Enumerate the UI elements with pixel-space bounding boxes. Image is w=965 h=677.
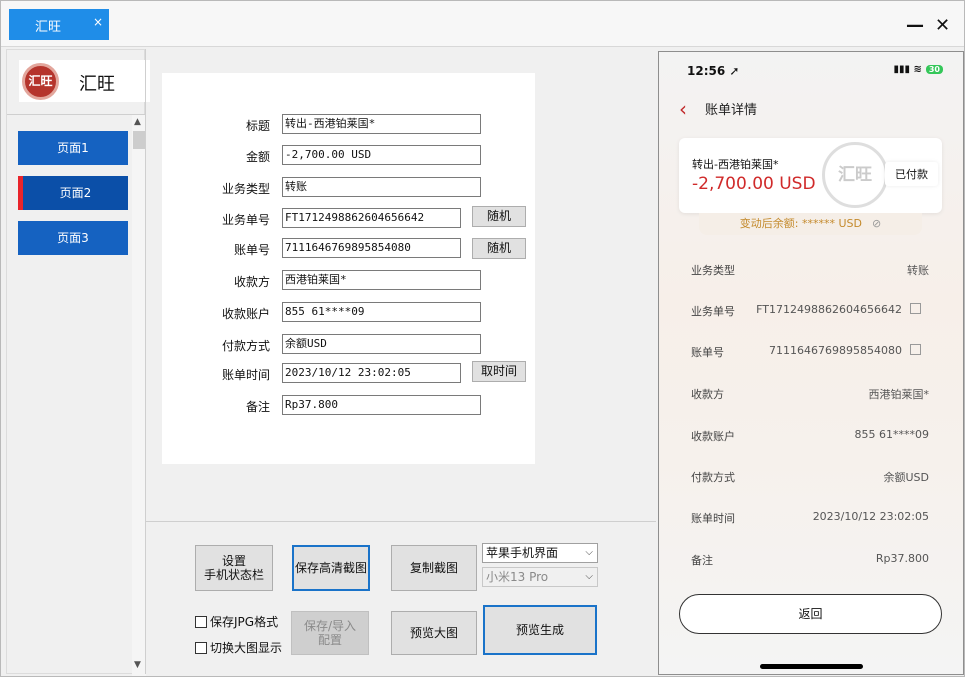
bill-no-field[interactable]: 7111646769895854080	[282, 238, 461, 258]
set-statusbar-button[interactable]: 设置 手机状态栏	[195, 545, 273, 591]
field-label: 账单号	[233, 243, 270, 257]
sidebar-scrollbar[interactable]: ▲ ▼	[132, 115, 146, 676]
tab-title: 汇旺	[35, 20, 62, 35]
detail-row: 备注 Rp37.800	[691, 552, 929, 567]
scroll-thumb[interactable]	[133, 131, 145, 149]
minimize-icon[interactable]: —	[906, 15, 924, 36]
detail-row: 收款方 西港铂莱国*	[691, 388, 929, 401]
detail-row: 账单号 7111646769895854080	[691, 344, 929, 360]
get-time-button[interactable]: 取时间	[472, 361, 526, 382]
detail-row: 业务单号 FT1712498862604656642	[691, 303, 929, 319]
bill-summary-card: 转出-西港铂莱国* -2,700.00 USD 汇旺 已付款	[679, 138, 942, 213]
model-select-value: 小米13 Pro	[486, 570, 549, 584]
amount-field[interactable]: -2,700.00 USD	[282, 145, 481, 165]
tab-close-icon[interactable]: ×	[93, 15, 103, 29]
tab-main[interactable]: 汇旺 ×	[9, 9, 109, 40]
business-type-field[interactable]: 转账	[282, 177, 481, 197]
stamp-watermark: 汇旺	[822, 142, 888, 208]
field-label: 账单时间	[221, 368, 270, 382]
detail-row: 付款方式 余额USD	[691, 471, 929, 484]
field-label: 金额	[245, 150, 270, 164]
balance-info: 变动后余额: ****** USD ⊘	[699, 213, 922, 235]
checkbox-box[interactable]	[195, 616, 207, 628]
form-panel: 标题 转出-西港铂莱国* 金额 -2,700.00 USD 业务类型 转账 业务…	[162, 73, 535, 464]
random-bill-no-button[interactable]: 随机	[472, 238, 526, 259]
device-select-value: 苹果手机界面	[486, 546, 559, 560]
return-button[interactable]: 返回	[679, 594, 942, 634]
field-label: 付款方式	[221, 339, 270, 353]
toggle-large-checkbox[interactable]: 切换大图显示	[195, 639, 282, 656]
chevron-down-icon: ⌵	[585, 571, 593, 582]
app-window: 汇旺 × — ✕ 汇旺 汇旺 页面1 页面2 页面3 ▲ ▼ 标题 转出-西港铂…	[0, 0, 965, 677]
checkbox-box[interactable]	[195, 642, 207, 654]
divider	[145, 49, 146, 674]
preview-generate-button[interactable]: 预览生成	[483, 605, 597, 655]
status-badge: 已付款	[885, 162, 938, 186]
title-bar: 汇旺 × — ✕	[1, 1, 964, 47]
detail-row: 账单时间 2023/10/12 23:02:05	[691, 510, 929, 525]
random-business-no-button[interactable]: 随机	[472, 206, 526, 227]
bill-amount: -2,700.00 USD	[692, 174, 816, 194]
status-icons: ▮▮▮ ≋ 30	[893, 64, 943, 75]
field-label: 收款方	[233, 275, 270, 289]
logo-emblem: 汇旺	[22, 63, 59, 100]
field-label: 收款账户	[221, 307, 270, 321]
field-label: 业务单号	[221, 213, 270, 227]
divider	[146, 521, 656, 522]
back-icon[interactable]: ‹	[679, 97, 687, 121]
copy-icon[interactable]	[910, 344, 921, 355]
field-label: 业务类型	[221, 182, 270, 196]
balance-text: 变动后余额: ****** USD	[739, 217, 862, 230]
sidebar: 汇旺 汇旺 页面1 页面2 页面3 ▲ ▼	[6, 49, 150, 676]
save-hd-screenshot-button[interactable]: 保存高清截图	[292, 545, 370, 591]
sidebar-item-page2[interactable]: 页面2	[18, 176, 128, 210]
preview-large-button[interactable]: 预览大图	[391, 611, 477, 655]
detail-row: 业务类型 转账	[691, 264, 929, 277]
battery-icon: 30	[925, 65, 943, 74]
scroll-down-icon[interactable]: ▼	[134, 660, 141, 670]
payment-method-field[interactable]: 余额USD	[282, 334, 481, 354]
page-title: 账单详情	[705, 103, 758, 118]
field-label: 标题	[245, 119, 270, 133]
sidebar-item-page3[interactable]: 页面3	[18, 221, 128, 255]
copy-screenshot-button[interactable]: 复制截图	[391, 545, 477, 591]
logo: 汇旺 汇旺	[19, 60, 150, 102]
device-select[interactable]: 苹果手机界面 ⌵	[482, 543, 598, 563]
logo-text: 汇旺	[79, 74, 115, 95]
close-icon[interactable]: ✕	[935, 15, 950, 36]
copy-icon[interactable]	[910, 303, 921, 314]
nav-list: 页面1 页面2 页面3 ▲ ▼	[7, 114, 146, 676]
home-indicator	[760, 664, 863, 669]
bill-name: 转出-西港铂莱国*	[692, 158, 779, 171]
save-jpg-checkbox[interactable]: 保存JPG格式	[195, 613, 278, 630]
status-time: 12:56 ➚	[687, 64, 740, 78]
payee-account-field[interactable]: 855 61****09	[282, 302, 481, 322]
title-field[interactable]: 转出-西港铂莱国*	[282, 114, 481, 134]
model-select[interactable]: 小米13 Pro ⌵	[482, 567, 598, 587]
sidebar-item-page1[interactable]: 页面1	[18, 131, 128, 165]
save-jpg-label: 保存JPG格式	[210, 615, 279, 629]
toggle-large-label: 切换大图显示	[210, 641, 283, 655]
phone-preview: 12:56 ➚ ▮▮▮ ≋ 30 ‹ 账单详情 转出-西港铂莱国* -2,700.…	[658, 51, 964, 675]
payee-field[interactable]: 西港铂莱国*	[282, 270, 481, 290]
field-label: 备注	[245, 400, 270, 414]
detail-row: 收款账户 855 61****09	[691, 428, 929, 443]
business-no-field[interactable]: FT1712498862604656642	[282, 208, 461, 228]
chevron-down-icon: ⌵	[585, 547, 593, 558]
bill-time-field[interactable]: 2023/10/12 23:02:05	[282, 363, 461, 383]
eye-hidden-icon[interactable]: ⊘	[872, 217, 881, 230]
scroll-up-icon[interactable]: ▲	[134, 117, 141, 127]
remark-field[interactable]: Rp37.800	[282, 395, 481, 415]
save-import-config-button[interactable]: 保存/导入 配置	[291, 611, 369, 655]
